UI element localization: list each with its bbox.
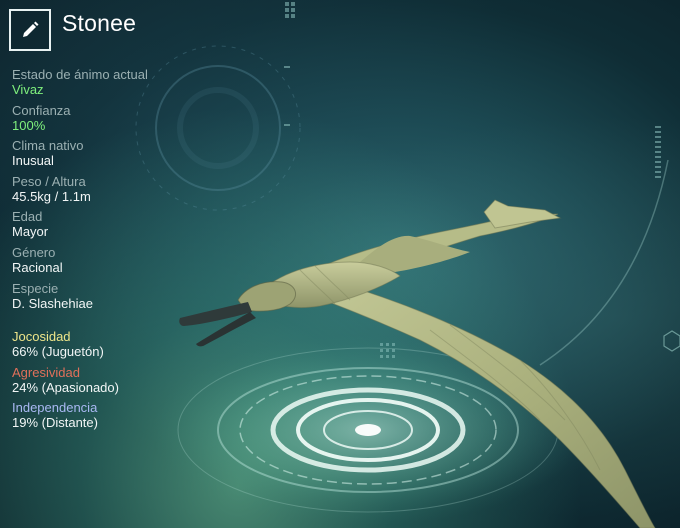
stat-value: Vivaz bbox=[12, 82, 44, 97]
creature-tail-fin bbox=[483, 199, 562, 229]
stat-climate: Clima nativo Inusual bbox=[12, 138, 252, 174]
stat-trust: Confianza 100% bbox=[12, 103, 252, 139]
stat-mood: Estado de ánimo actual Vivaz bbox=[12, 67, 252, 103]
stat-value: D. Slashehiae bbox=[12, 295, 93, 311]
trait-value: 19% (Distante) bbox=[12, 415, 98, 431]
background-arc bbox=[539, 159, 669, 366]
trait-label: Independencia bbox=[12, 400, 98, 416]
stat-species: Especie D. Slashehiae bbox=[12, 281, 252, 317]
stat-value: Inusual bbox=[12, 153, 54, 169]
trait-playfulness: Jocosidad 66% (Juguetón) bbox=[12, 329, 252, 365]
stat-value: 100% bbox=[12, 117, 46, 133]
stat-gender: Género Racional bbox=[12, 245, 252, 281]
trait-value: 66% (Juguetón) bbox=[12, 344, 104, 359]
trait-value: 24% (Apasionado) bbox=[12, 379, 119, 395]
stat-weight-height: Peso / Altura 45.5kg / 1.1m bbox=[12, 174, 252, 210]
personality-traits: Jocosidad 66% (Juguetón) Agresividad 24%… bbox=[12, 329, 252, 436]
stat-age: Edad Mayor bbox=[12, 209, 252, 245]
stat-label: Estado de ánimo actual bbox=[12, 67, 148, 82]
trait-label: Jocosidad bbox=[12, 329, 71, 344]
stat-label: Género bbox=[12, 244, 56, 260]
stat-label: Confianza bbox=[12, 102, 71, 118]
stat-label: Peso / Altura bbox=[12, 173, 86, 189]
trait-aggression: Agresividad 24% (Apasionado) bbox=[12, 365, 252, 401]
trait-independence: Independencia 19% (Distante) bbox=[12, 400, 252, 436]
stat-value: Mayor bbox=[12, 224, 49, 240]
stat-value: 45.5kg / 1.1m bbox=[12, 188, 91, 204]
stat-label: Edad bbox=[12, 209, 43, 225]
stat-value: Racional bbox=[12, 259, 63, 275]
creature-name: Stonee bbox=[62, 10, 137, 36]
trait-label: Agresividad bbox=[12, 364, 80, 380]
hexagon-decoration bbox=[663, 330, 680, 352]
edit-name-button[interactable] bbox=[9, 9, 51, 51]
creature-stats: Estado de ánimo actual Vivaz Confianza 1… bbox=[12, 67, 252, 316]
stat-label: Especie bbox=[12, 280, 59, 296]
pencil-icon bbox=[23, 21, 39, 37]
stat-label: Clima nativo bbox=[12, 138, 84, 154]
